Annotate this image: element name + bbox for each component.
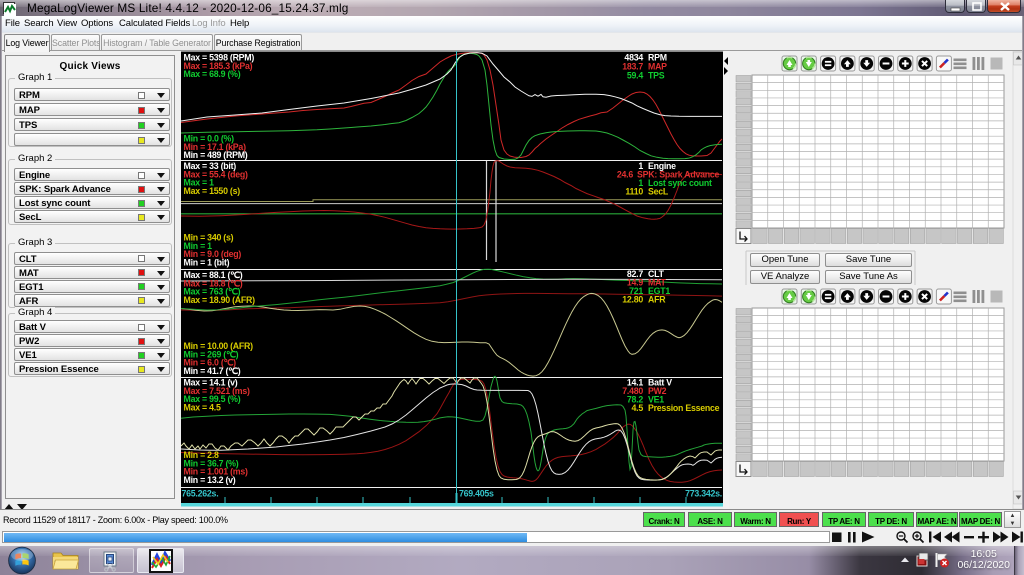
svg-text:1110: 1110 — [625, 187, 643, 197]
svg-text:24.6: 24.6 — [617, 170, 633, 180]
svg-text:Pression Essence: Pression Essence — [648, 403, 720, 413]
svg-text:Max = 18.90 (AFR): Max = 18.90 (AFR) — [184, 295, 256, 305]
svg-text:Min = 489 (RPM): Min = 489 (RPM) — [184, 150, 248, 160]
svg-text:Max = 68.9 (%): Max = 68.9 (%) — [184, 69, 241, 79]
svg-text:59.4: 59.4 — [627, 71, 643, 81]
svg-text:Max = 4.5: Max = 4.5 — [184, 402, 221, 412]
svg-text:4.5: 4.5 — [632, 403, 644, 413]
svg-text:769.405s: 769.405s — [459, 489, 494, 499]
svg-text:SecL: SecL — [648, 187, 669, 197]
svg-text:Min = 1 (bit): Min = 1 (bit) — [184, 257, 230, 267]
svg-text:Min = 41.7 (℃): Min = 41.7 (℃) — [184, 366, 241, 376]
svg-text:765.262s.: 765.262s. — [182, 489, 219, 499]
svg-text:Max = 1550 (s): Max = 1550 (s) — [184, 186, 241, 196]
svg-text:Min = 13.2 (v): Min = 13.2 (v) — [184, 475, 236, 485]
svg-text:12.80: 12.80 — [622, 295, 643, 305]
svg-text:AFR: AFR — [648, 295, 666, 305]
svg-text:TPS: TPS — [648, 71, 665, 81]
svg-text:773.342s.: 773.342s. — [685, 489, 722, 499]
